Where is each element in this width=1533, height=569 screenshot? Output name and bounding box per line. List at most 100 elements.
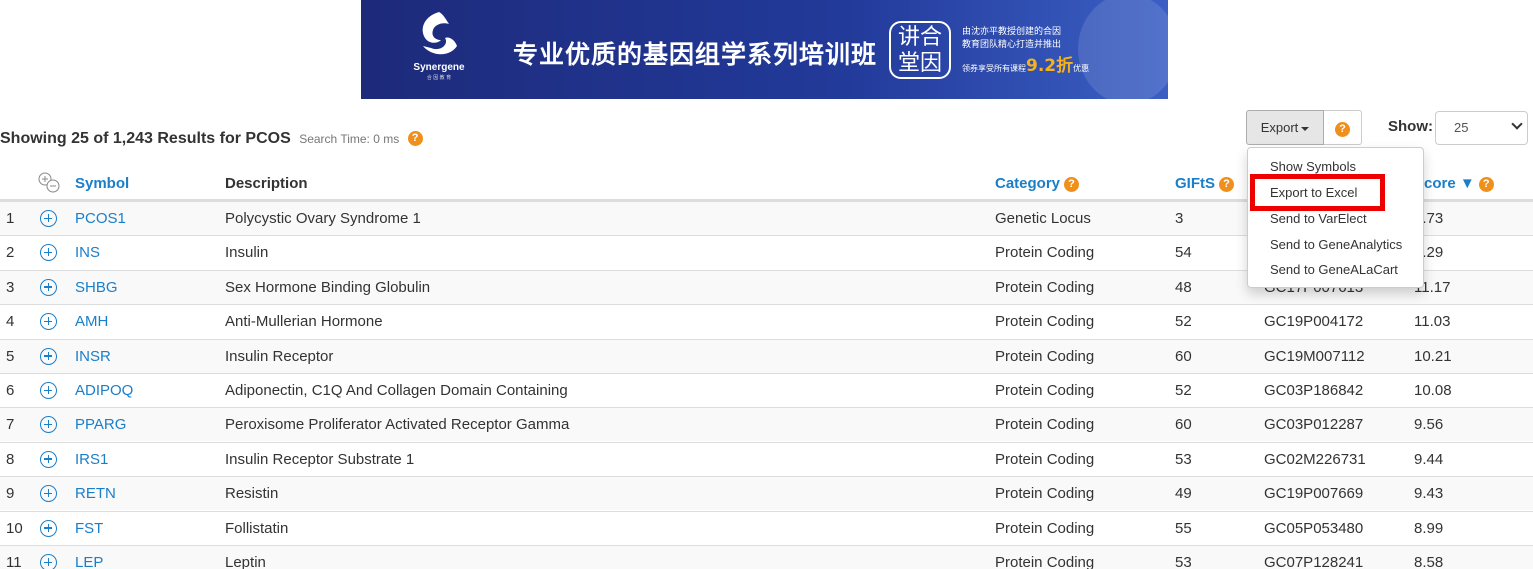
gcid-value: GC19M007112	[1264, 347, 1365, 365]
chevron-down-icon	[1511, 118, 1523, 130]
menu-item-send-to-varelect[interactable]: Send to VarElect	[1270, 211, 1367, 226]
expand-row-plus-icon[interactable]	[40, 450, 57, 468]
score-value: 9.56	[1414, 416, 1444, 434]
banner-seal: 讲合 堂因	[889, 21, 951, 79]
expand-row-plus-icon[interactable]	[40, 210, 57, 227]
gcid-value: GC19P007669	[1264, 485, 1364, 503]
question-circle-icon: ?	[1335, 121, 1350, 137]
gene-category: Protein Coding	[995, 416, 1095, 434]
gifts-value: 52	[1175, 382, 1192, 399]
gifts-value: 3	[1175, 210, 1184, 227]
gcid-value: GC19P004172	[1264, 313, 1364, 331]
export-button[interactable]: Export	[1246, 110, 1324, 145]
menu-item-send-to-geneanalytics[interactable]: Send to GeneAnalytics	[1270, 237, 1402, 252]
promo-prefix: 领券享受所有课程	[962, 64, 1026, 73]
expand-row-plus-icon[interactable]	[40, 347, 57, 365]
gene-symbol-link[interactable]: INSR	[75, 348, 111, 365]
menu-item-show-symbols[interactable]: Show Symbols	[1270, 159, 1356, 174]
gene-description: Adiponectin, C1Q And Collagen Domain Con…	[225, 382, 568, 399]
gcid-value: GC03P012287	[1264, 416, 1364, 434]
row-number: 1	[6, 210, 15, 227]
search-time: Search Time: 0 ms	[299, 132, 400, 146]
expand-row-plus-icon[interactable]	[40, 554, 57, 569]
expand-row-plus-icon[interactable]	[40, 313, 57, 331]
question-circle-icon[interactable]: ?	[1478, 176, 1494, 192]
export-dropdown-menu: Show Symbols Export to Excel Send to Var…	[1247, 147, 1424, 288]
column-header-category[interactable]: Category?	[995, 175, 1080, 192]
gene-category: Protein Coding	[995, 278, 1095, 296]
column-header-symbol[interactable]: Symbol	[75, 175, 129, 192]
results-summary: Showing 25 of 1,243 Results for PCOS Sea…	[0, 130, 423, 148]
gene-symbol-link[interactable]: PPARG	[75, 416, 126, 433]
gene-category: Protein Coding	[995, 244, 1095, 262]
score-value: 9.44	[1414, 450, 1444, 468]
expand-row-plus-icon[interactable]	[40, 278, 57, 296]
highlight-annotation-box	[1250, 174, 1385, 211]
brand-subtitle: 合 因 教 育	[426, 75, 452, 81]
gcid-value: GC05P053480	[1264, 519, 1364, 537]
gene-symbol-link[interactable]: AMH	[75, 313, 108, 330]
expand-row-plus-icon[interactable]	[40, 244, 57, 262]
row-number: 7	[6, 416, 15, 434]
table-row: 4 AMH Anti-Mullerian Hormone Protein Coding…	[0, 304, 1533, 338]
gene-symbol-link[interactable]: RETN	[75, 485, 116, 502]
row-number: 11	[6, 554, 22, 569]
gifts-value: 52	[1175, 313, 1192, 331]
score-value: 10.08	[1414, 382, 1452, 399]
synergene-logo: Synergene 合 因 教 育	[409, 10, 469, 90]
menu-item-send-to-genealacart[interactable]: Send to GeneALaCart	[1270, 262, 1398, 277]
gene-description: Resistin	[225, 485, 279, 503]
score-value: 8.99	[1414, 519, 1444, 537]
gene-category: Protein Coding	[995, 485, 1095, 503]
gene-symbol-link[interactable]: FST	[75, 520, 103, 537]
column-header-score[interactable]: core ▼?	[1424, 175, 1494, 192]
gifts-value: 55	[1175, 519, 1192, 537]
gifts-label: GIFtS	[1175, 175, 1215, 192]
gene-symbol-link[interactable]: IRS1	[75, 451, 108, 468]
expand-row-plus-icon[interactable]	[40, 485, 57, 503]
promo-discount: 9.2折	[1026, 56, 1074, 76]
promo-discount-line: 领券享受所有课程9.2折优惠	[962, 58, 1089, 75]
gene-description: Anti-Mullerian Hormone	[225, 313, 383, 331]
gene-symbol-link[interactable]: LEP	[75, 554, 103, 569]
gifts-value: 60	[1175, 347, 1192, 365]
banner-promo: 由沈亦平教授创建的合因 教育团队精心打造并推出 领券享受所有课程9.2折优惠	[962, 26, 1089, 75]
gene-category: Protein Coding	[995, 313, 1095, 331]
question-circle-icon[interactable]: ?	[1064, 176, 1080, 192]
gene-description: Insulin	[225, 244, 269, 262]
show-label: Show:	[1388, 118, 1433, 135]
promo-line: 由沈亦平教授创建的合因	[962, 27, 1062, 37]
banner-title: 专业优质的基因组学系列培训班	[513, 40, 878, 69]
expand-row-plus-icon[interactable]	[40, 519, 57, 537]
gifts-value: 53	[1175, 450, 1192, 468]
column-header-gifts[interactable]: GIFtS?	[1175, 175, 1234, 192]
expand-row-plus-icon[interactable]	[40, 382, 57, 399]
export-label: Export	[1260, 120, 1299, 135]
expand-collapse-all-icon[interactable]	[37, 171, 61, 193]
gene-description: Leptin	[225, 554, 266, 569]
gcid-value: GC03P186842	[1264, 382, 1364, 399]
table-row: 6 ADIPOQ Adiponectin, C1Q And Collagen Dom…	[0, 373, 1533, 407]
score-value: 10.21	[1414, 347, 1452, 365]
question-circle-icon[interactable]: ?	[1219, 176, 1234, 192]
seal-char: 因	[920, 51, 943, 76]
gene-symbol-link[interactable]: PCOS1	[75, 210, 126, 227]
table-row: 11 LEP Leptin Protein Coding 53 GC07P128241 8.…	[0, 545, 1533, 569]
row-number: 9	[6, 485, 15, 503]
export-help-button[interactable]: ?	[1324, 110, 1362, 145]
gene-category: Protein Coding	[995, 554, 1095, 569]
gene-description: Polycystic Ovary Syndrome 1	[225, 210, 421, 227]
ad-banner[interactable]: Synergene 合 因 教 育 专业优质的基因组学系列培训班 讲合 堂因 由…	[361, 0, 1168, 99]
gene-symbol-link[interactable]: ADIPOQ	[75, 382, 133, 399]
brand-name: Synergene	[413, 62, 465, 73]
question-circle-icon[interactable]: ?	[407, 131, 423, 147]
page-size-select[interactable]: 25	[1435, 111, 1528, 145]
gifts-value: 48	[1175, 278, 1192, 296]
banner-decoration	[1078, 0, 1168, 99]
expand-row-plus-icon[interactable]	[40, 416, 57, 434]
promo-line: 教育团队精心打造并推出	[962, 40, 1062, 50]
score-value: 8.58	[1414, 554, 1444, 569]
gene-symbol-link[interactable]: SHBG	[75, 279, 118, 296]
gene-symbol-link[interactable]: INS	[75, 244, 100, 261]
row-number: 6	[6, 382, 15, 399]
